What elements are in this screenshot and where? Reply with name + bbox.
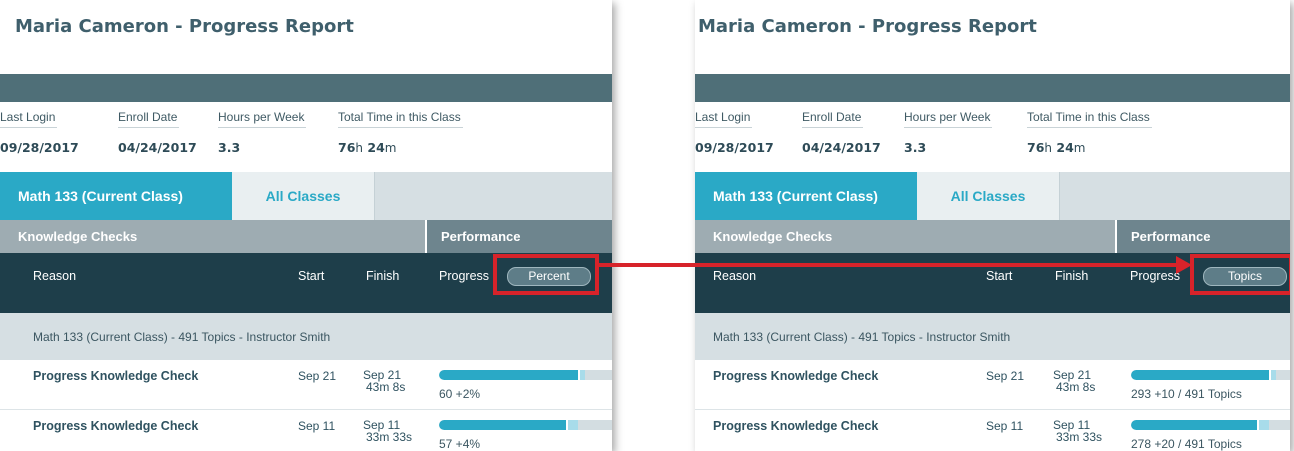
connector-arrow-icon	[599, 256, 1192, 274]
